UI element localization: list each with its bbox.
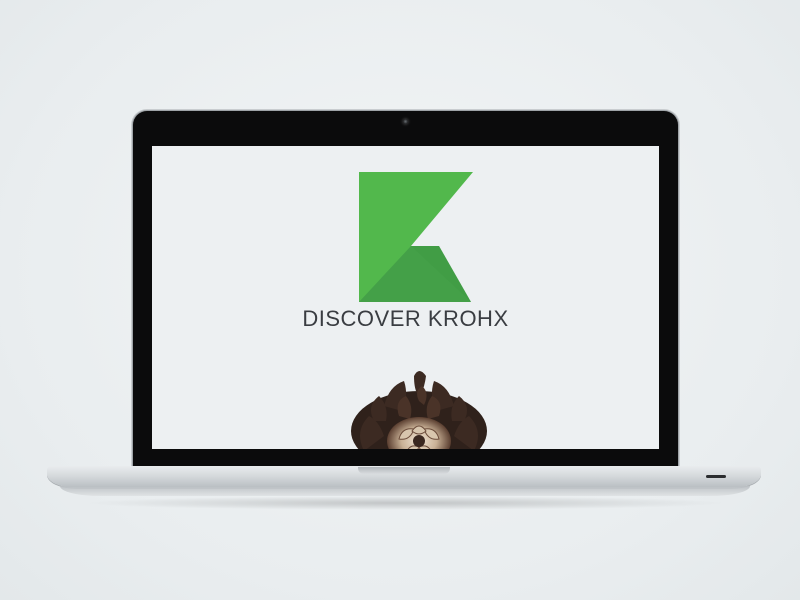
krohx-k-logo-icon — [359, 172, 473, 302]
pinecone-image — [351, 371, 487, 449]
laptop-screen: DISCOVER KROHX — [152, 146, 659, 449]
laptop-mockup-scene: DISCOVER KROHX — [0, 0, 800, 600]
camera-icon — [403, 119, 408, 124]
laptop-shadow — [80, 496, 730, 510]
logo-upper-shape — [359, 172, 473, 246]
laptop-base-bottom — [60, 486, 750, 496]
brand-heading: DISCOVER KROHX — [302, 306, 509, 331]
lid-opening-notch — [358, 467, 450, 474]
sleep-indicator-light — [706, 475, 726, 478]
